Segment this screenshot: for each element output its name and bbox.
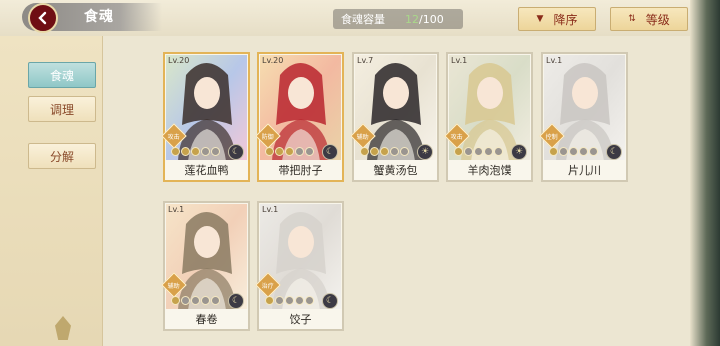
role-label: 辅助 xyxy=(167,282,180,290)
sun-icon: ☀ xyxy=(511,144,527,160)
star-icon xyxy=(390,147,399,156)
star-rating xyxy=(360,147,409,156)
chevron-left-icon xyxy=(38,11,47,25)
star-icon xyxy=(569,147,578,156)
soul-card[interactable]: Lv.7 辅助 ☀ 蟹黄汤包 xyxy=(350,52,439,182)
card-name: 蟹黄汤包 xyxy=(354,160,437,180)
capacity-counter: 食魂容量 12 /100 xyxy=(333,9,463,29)
card-level: Lv.7 xyxy=(357,56,374,65)
capacity-max: /100 xyxy=(419,12,444,26)
star-rating xyxy=(265,147,314,156)
star-icon xyxy=(549,147,558,156)
sort-order-button[interactable]: ▼ 降序 xyxy=(518,7,596,31)
soul-card[interactable]: Lv.1 攻击 ☀ 羊肉泡馍 xyxy=(444,52,533,182)
star-icon xyxy=(265,147,274,156)
card-level: Lv.20 xyxy=(168,56,190,65)
star-rating xyxy=(454,147,503,156)
star-icon xyxy=(171,296,180,305)
star-icon xyxy=(181,147,190,156)
moon-icon: ☾ xyxy=(322,293,338,309)
card-name: 羊肉泡馍 xyxy=(448,160,531,180)
sidebar-item-soul[interactable]: 食魂 xyxy=(28,62,96,88)
star-icon xyxy=(474,147,483,156)
star-icon xyxy=(191,296,200,305)
role-label: 控制 xyxy=(545,133,558,141)
star-icon xyxy=(464,147,473,156)
card-name: 莲花血鸭 xyxy=(165,160,248,180)
sort-arrows-icon: ⇅ xyxy=(628,14,636,24)
moon-icon: ☾ xyxy=(322,144,338,160)
star-rating xyxy=(549,147,598,156)
star-rating xyxy=(171,147,220,156)
star-icon xyxy=(360,147,369,156)
star-icon xyxy=(201,147,210,156)
star-icon xyxy=(559,147,568,156)
star-icon xyxy=(211,147,220,156)
star-icon xyxy=(589,147,598,156)
role-label: 攻击 xyxy=(450,133,463,141)
moon-icon: ☾ xyxy=(606,144,622,160)
star-icon xyxy=(295,147,304,156)
sidebar-item-label: 食魂 xyxy=(49,68,74,83)
capacity-current: 12 xyxy=(405,12,419,26)
sort-order-label: 降序 xyxy=(553,12,578,27)
star-icon xyxy=(285,296,294,305)
star-icon xyxy=(285,147,294,156)
star-icon xyxy=(400,147,409,156)
card-name: 饺子 xyxy=(259,309,342,329)
sidebar-item-label: 调理 xyxy=(49,102,74,117)
star-icon xyxy=(579,147,588,156)
role-label: 治疗 xyxy=(261,282,274,290)
capacity-label: 食魂容量 xyxy=(341,13,385,26)
sidebar: 食魂 调理 分解 xyxy=(0,36,103,346)
star-icon xyxy=(494,147,503,156)
card-level: Lv.1 xyxy=(546,56,563,65)
star-icon xyxy=(454,147,463,156)
right-edge xyxy=(690,0,720,346)
star-icon xyxy=(211,296,220,305)
star-icon xyxy=(171,147,180,156)
sort-by-label: 等级 xyxy=(645,12,670,27)
sidebar-item-decompose[interactable]: 分解 xyxy=(28,143,96,169)
star-icon xyxy=(191,147,200,156)
triangle-down-icon: ▼ xyxy=(536,14,544,24)
sun-icon: ☀ xyxy=(417,144,433,160)
card-name: 春卷 xyxy=(165,309,248,329)
sort-by-button[interactable]: ⇅ 等级 xyxy=(610,7,688,31)
sidebar-item-label: 分解 xyxy=(49,149,74,164)
role-label: 辅助 xyxy=(356,133,369,141)
star-icon xyxy=(295,296,304,305)
card-level: Lv.1 xyxy=(168,205,185,214)
card-level: Lv.20 xyxy=(262,56,284,65)
card-name: 片儿川 xyxy=(543,160,626,180)
star-icon xyxy=(380,147,389,156)
card-name: 带把肘子 xyxy=(259,160,342,180)
star-icon xyxy=(275,296,284,305)
sidebar-item-cook[interactable]: 调理 xyxy=(28,96,96,122)
star-icon xyxy=(201,296,210,305)
star-rating xyxy=(171,296,220,305)
star-icon xyxy=(305,147,314,156)
page-title: 食魂 xyxy=(84,9,114,25)
moon-icon: ☾ xyxy=(228,144,244,160)
soul-card[interactable]: Lv.1 治疗 ☾ 饺子 xyxy=(255,201,344,331)
moon-icon: ☾ xyxy=(228,293,244,309)
star-icon xyxy=(370,147,379,156)
star-icon xyxy=(484,147,493,156)
soul-card[interactable]: Lv.1 辅助 ☾ 春卷 xyxy=(161,201,250,331)
soul-card[interactable]: Lv.20 攻击 ☾ 莲花血鸭 xyxy=(161,52,250,182)
card-level: Lv.1 xyxy=(262,205,279,214)
header-bar: 食魂 食魂容量 12 /100 ▼ 降序 ⇅ 等级 xyxy=(0,0,690,36)
role-label: 防御 xyxy=(261,133,274,141)
star-icon xyxy=(305,296,314,305)
star-icon xyxy=(181,296,190,305)
role-label: 攻击 xyxy=(167,133,180,141)
star-rating xyxy=(265,296,314,305)
star-icon xyxy=(275,147,284,156)
back-button[interactable] xyxy=(28,3,58,33)
card-level: Lv.1 xyxy=(451,56,468,65)
soul-card[interactable]: Lv.20 防御 ☾ 带把肘子 xyxy=(255,52,344,182)
star-icon xyxy=(265,296,274,305)
soul-card[interactable]: Lv.1 控制 ☾ 片儿川 xyxy=(539,52,628,182)
